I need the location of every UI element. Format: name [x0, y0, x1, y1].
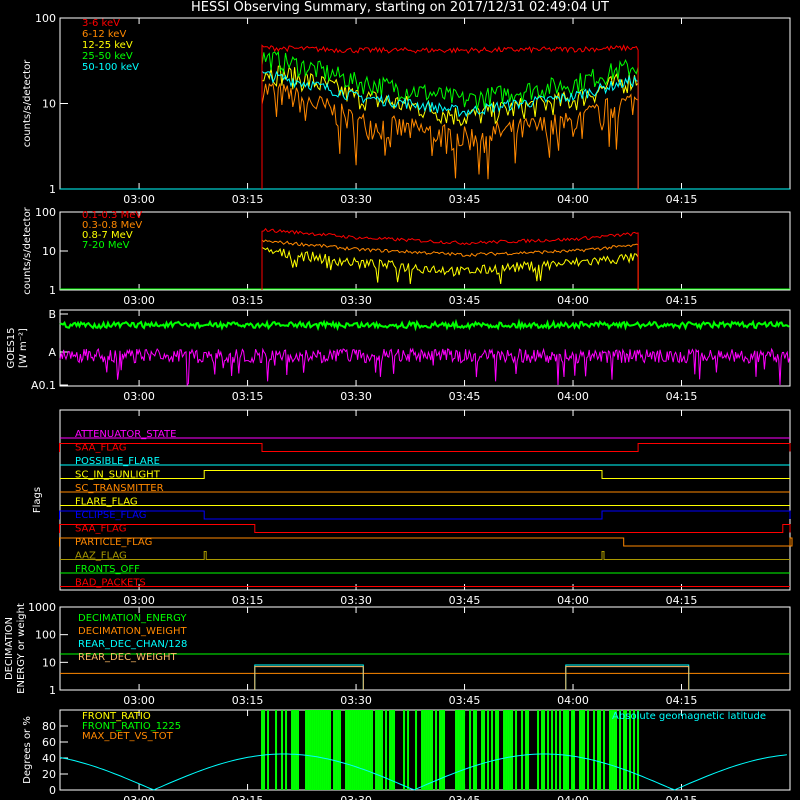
x-tick-label: 04:15 — [666, 193, 698, 206]
x-tick-label: 03:30 — [340, 794, 372, 800]
y-tick-label: 1 — [49, 284, 56, 297]
x-tick-label: 03:15 — [232, 794, 264, 800]
x-tick-label: 03:30 — [340, 390, 372, 403]
y-tick-label: 80 — [42, 720, 56, 733]
panel-frame — [59, 309, 791, 387]
y-tick-label: 100 — [35, 12, 56, 25]
x-tick-label: 03:30 — [340, 594, 372, 607]
y-tick-label: 10 — [42, 656, 56, 669]
flag-line-3 — [60, 470, 790, 479]
y-tick-label: 10 — [42, 245, 56, 258]
y-tick-label: 60 — [42, 736, 56, 749]
flag-label: SAA_FLAG — [75, 524, 126, 535]
series-line-1 — [261, 82, 639, 189]
y-tick-label: B — [48, 308, 56, 321]
decimation-step-2 — [254, 664, 364, 690]
y-axis-label: counts/s/detector — [22, 59, 33, 147]
x-tick-label: 03:30 — [340, 193, 372, 206]
legend-entry: DECIMATION_ENERGY — [78, 613, 187, 624]
y-axis-label: Degrees or % — [22, 716, 33, 784]
y-axis-label: counts/s/detector — [22, 206, 33, 294]
flag-line-9 — [60, 551, 790, 560]
x-tick-label: 03:00 — [123, 390, 155, 403]
legend-entry: DECIMATION_WEIGHT — [78, 626, 187, 637]
x-tick-label: 03:45 — [449, 594, 481, 607]
y-tick-label: 100 — [35, 206, 56, 219]
flag-line-7 — [59, 524, 791, 533]
x-tick-label: 03:30 — [340, 294, 372, 307]
y-tick-label: 1 — [49, 684, 56, 697]
goes-short-channel — [59, 347, 791, 387]
decimation-step-3 — [565, 666, 690, 690]
x-tick-label: 03:00 — [123, 794, 155, 800]
legend-entry: 12-25 keV — [82, 40, 133, 51]
flag-label: PARTICLE_FLAG — [75, 537, 152, 548]
y-tick-label: 0 — [49, 784, 56, 797]
x-tick-label: 04:00 — [557, 193, 589, 206]
y-tick-label: 1 — [49, 183, 56, 196]
flag-label: SAA_FLAG — [75, 443, 126, 454]
flag-line-8 — [59, 537, 793, 547]
y-tick-label: 20 — [42, 768, 56, 781]
x-tick-label: 03:15 — [232, 694, 264, 707]
x-tick-label: 03:45 — [449, 694, 481, 707]
y-axis-label: GOES15 — [6, 327, 17, 368]
y-axis-label: DECIMATION — [4, 617, 15, 680]
x-tick-label: 04:00 — [557, 694, 589, 707]
x-tick-label: 04:00 — [557, 294, 589, 307]
series-line-1 — [261, 238, 639, 290]
x-tick-label: 03:45 — [449, 390, 481, 403]
goes-long-channel — [59, 318, 790, 332]
flag-line-1 — [59, 443, 791, 452]
legend-entry: REAR_DEC_CHAN/128 — [78, 639, 187, 650]
x-tick-label: 03:00 — [123, 193, 155, 206]
x-tick-label: 03:15 — [232, 390, 264, 403]
x-tick-label: 04:15 — [666, 694, 698, 707]
flag-line-6 — [59, 510, 791, 520]
legend-entry: 6-12 keV — [82, 29, 126, 40]
y-tick-label: 1000 — [28, 601, 56, 614]
x-tick-label: 04:15 — [666, 794, 698, 800]
series-line-3 — [261, 50, 639, 189]
legend-entry: REAR_DEC_WEIGHT — [78, 652, 177, 663]
x-tick-label: 04:15 — [666, 294, 698, 307]
x-tick-label: 04:00 — [557, 390, 589, 403]
decimation-step-2 — [565, 664, 690, 690]
y-axis-label: Flags — [32, 487, 43, 513]
x-tick-label: 03:00 — [123, 594, 155, 607]
observing-summary-plot: 03:00 03:15 03:30 03:45 04:00 04:15110100coun… — [4, 12, 793, 800]
x-tick-label: 03:00 — [123, 694, 155, 707]
series-line-0 — [261, 44, 639, 189]
y-tick-label: 40 — [42, 752, 56, 765]
x-tick-label: 04:00 — [557, 594, 589, 607]
y-axis-label: ENERGY or weight — [16, 603, 27, 694]
panel-frame — [59, 211, 791, 291]
legend-entry: Absolute geomagnetic latitude — [612, 711, 766, 722]
x-tick-label: 03:00 — [123, 294, 155, 307]
y-tick-label: 100 — [35, 629, 56, 642]
x-tick-label: 03:15 — [232, 294, 264, 307]
x-tick-label: 03:45 — [449, 193, 481, 206]
y-tick-label: A — [48, 346, 56, 359]
y-axis-label: [W m⁻²] — [18, 328, 29, 368]
x-tick-label: 03:45 — [449, 294, 481, 307]
x-tick-label: 03:15 — [232, 594, 264, 607]
decimation-step-3 — [254, 666, 364, 690]
x-tick-label: 04:00 — [557, 794, 589, 800]
x-tick-label: 03:15 — [232, 193, 264, 206]
legend-entry: MAX_DET_VS_TOT — [82, 731, 174, 742]
legend-entry: 50-100 keV — [82, 62, 139, 73]
x-tick-label: 03:30 — [340, 694, 372, 707]
x-tick-label: 04:15 — [666, 594, 698, 607]
panel-frame — [59, 17, 791, 190]
legend-entry: 7-20 MeV — [82, 240, 130, 251]
flag-label: ECLIPSE_FLAG — [75, 510, 146, 521]
x-tick-label: 04:15 — [666, 390, 698, 403]
y-tick-label: A0.1 — [31, 379, 56, 392]
series-line-2 — [261, 246, 639, 290]
legend-entry: 25-50 keV — [82, 51, 133, 62]
legend-entry: 3-6 keV — [82, 18, 120, 29]
x-tick-label: 03:45 — [449, 794, 481, 800]
y-tick-label: 10 — [42, 98, 56, 111]
